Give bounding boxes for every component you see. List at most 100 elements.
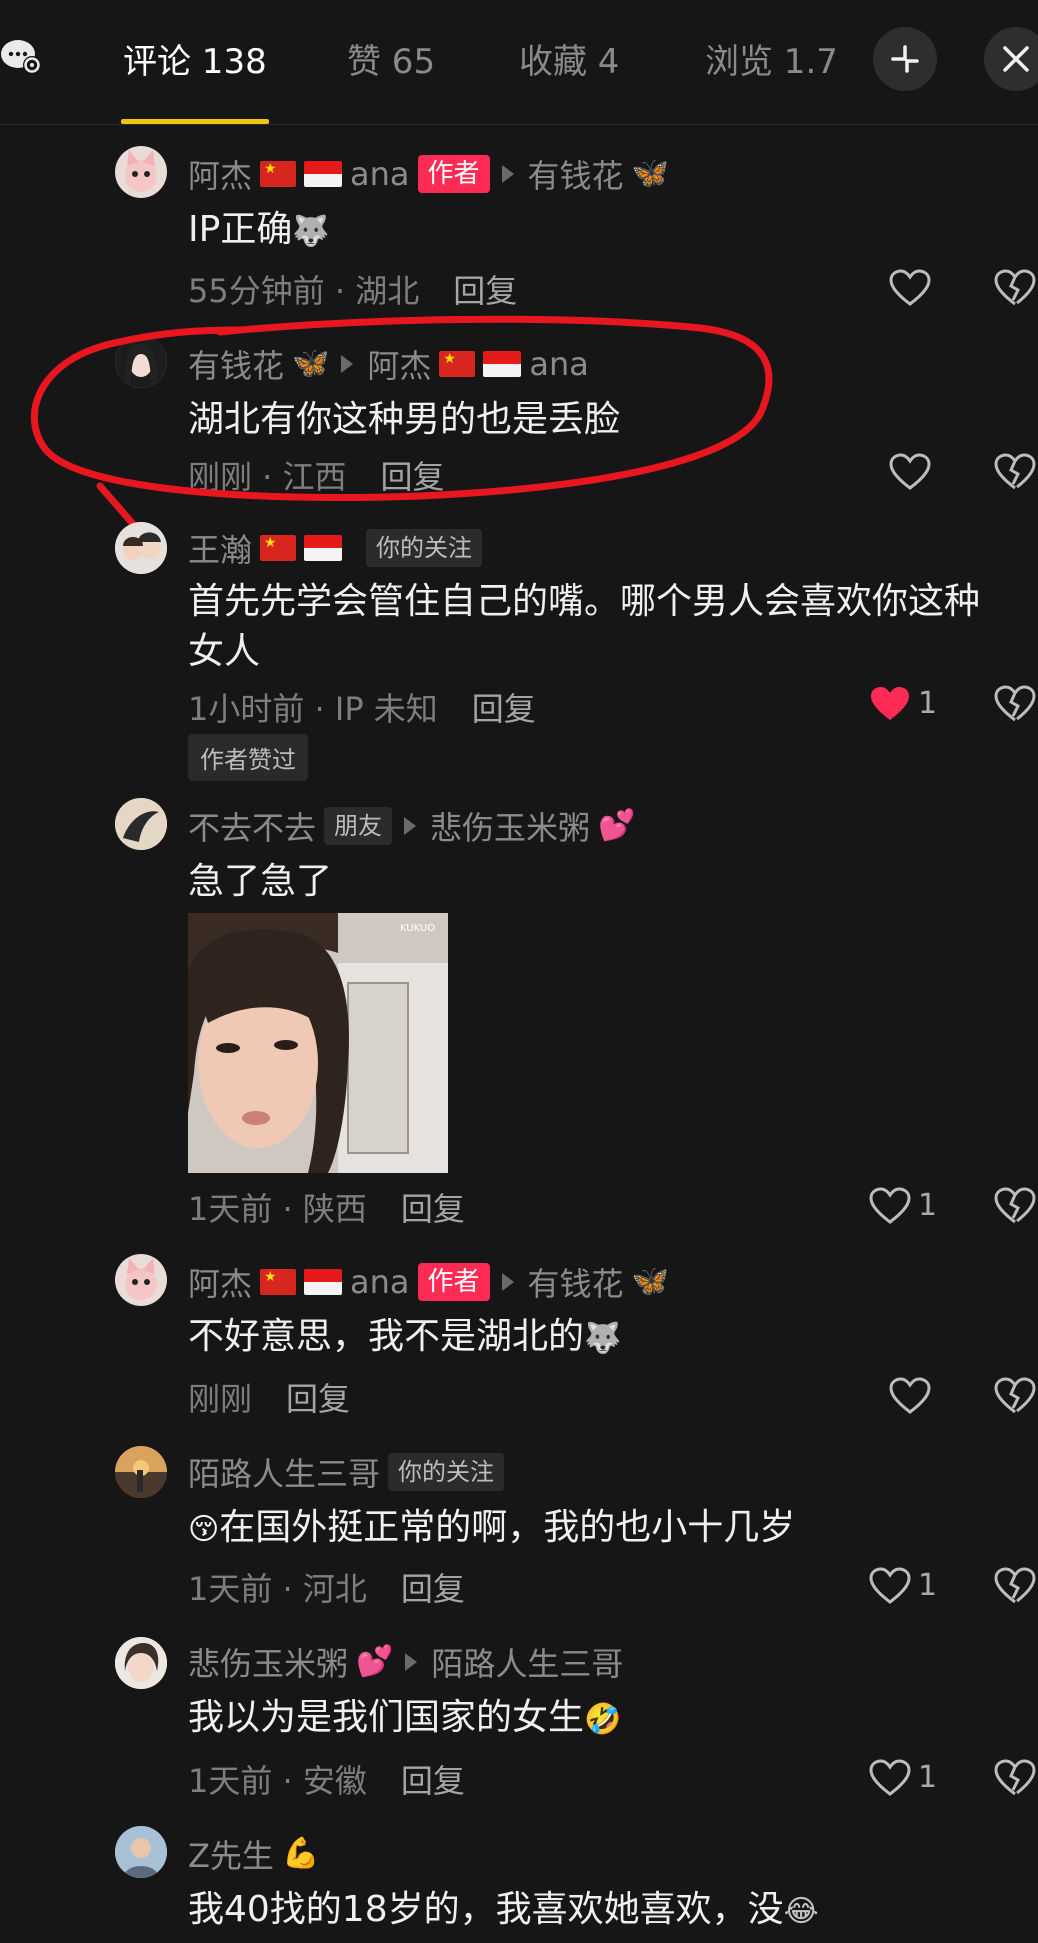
laughing-tears-emoji-icon: 🤣 — [584, 1702, 622, 1737]
broken-heart-icon[interactable] — [993, 684, 1037, 724]
heart-icon[interactable] — [888, 452, 932, 492]
time-location: 刚刚 — [188, 1380, 253, 1418]
comment-meta: 1天前 · 安徽 回复 — [188, 1756, 465, 1802]
close-icon — [1003, 46, 1029, 72]
collapse-icon — [891, 45, 919, 73]
comment-text: 急了急了 — [188, 861, 333, 902]
tab-favorites[interactable]: 收藏 4 — [519, 34, 619, 83]
reply-button[interactable]: 回复 — [286, 1380, 350, 1418]
username[interactable]: 不去不去 — [188, 803, 316, 849]
reply-button[interactable]: 回复 — [401, 1570, 465, 1608]
like-count: 1 — [918, 1188, 938, 1223]
reply-to-username[interactable]: 陌路人生三哥 — [431, 1639, 623, 1685]
username[interactable]: 悲伤玉米粥 — [188, 1639, 348, 1685]
heart-icon[interactable] — [868, 1758, 912, 1798]
comment-settings-icon[interactable] — [0, 36, 44, 76]
comment-meta: 55分钟前 · 湖北 回复 — [188, 266, 517, 312]
broken-heart-icon[interactable] — [993, 1376, 1037, 1416]
reply-to-username[interactable]: 有钱花 — [528, 1259, 624, 1305]
avatar[interactable] — [115, 1254, 167, 1306]
broken-heart-icon[interactable] — [993, 1566, 1037, 1606]
avatar[interactable] — [115, 522, 167, 574]
butterfly-icon: 🦋 — [631, 1264, 669, 1299]
reply-arrow-icon — [501, 165, 514, 183]
comment-header: 悲伤玉米粥 💕 陌路人生三哥 — [188, 1640, 623, 1684]
comment-tab-bar: 评论 138 赞 65 收藏 4 浏览 1.7 — [0, 0, 1038, 125]
author-badge: 作者 — [417, 155, 490, 193]
author-liked-tag: 作者赞过 — [188, 734, 308, 781]
comment-header: 阿杰 ana 作者 有钱花 🦋 — [188, 1260, 669, 1304]
reply-to-username[interactable]: 悲伤玉米粥 — [430, 803, 590, 849]
heart-icon[interactable] — [868, 1186, 912, 1226]
friend-badge: 朋友 — [324, 807, 393, 845]
avatar[interactable] — [115, 1446, 167, 1498]
comment-text: 我以为是我们国家的女生🤣 — [188, 1697, 622, 1738]
time-location: 1天前 · 安徽 — [188, 1762, 367, 1800]
username[interactable]: 阿杰 — [188, 151, 252, 197]
dog-emoji-icon: 🐺 — [292, 214, 330, 249]
two-hearts-icon: 💕 — [598, 808, 636, 843]
reply-to-username[interactable]: 阿杰 — [367, 341, 431, 387]
comment-header: 阿杰 ana 作者 有钱花 🦋 — [188, 152, 669, 196]
broken-heart-icon[interactable] — [993, 268, 1037, 308]
collapse-button[interactable] — [873, 27, 937, 91]
time-location: 1小时前 · IP 未知 — [188, 690, 438, 728]
heart-filled-icon[interactable] — [868, 684, 912, 724]
emoji-icon: 😂 — [783, 1894, 819, 1929]
reply-button[interactable]: 回复 — [401, 1762, 465, 1800]
tab-comments[interactable]: 评论 138 — [123, 34, 267, 83]
heart-icon[interactable] — [888, 268, 932, 308]
reply-button[interactable]: 回复 — [401, 1190, 465, 1228]
reply-button[interactable]: 回复 — [453, 272, 517, 310]
indonesia-flag-icon — [304, 1269, 343, 1295]
comment-text: 不好意思，我不是湖北的🐺 — [188, 1316, 622, 1357]
avatar[interactable] — [115, 798, 167, 850]
following-badge: 你的关注 — [388, 1453, 505, 1491]
reply-to-username[interactable]: 有钱花 — [528, 151, 624, 197]
indonesia-flag-icon — [483, 351, 522, 377]
tab-views[interactable]: 浏览 1.7 — [705, 34, 838, 83]
username[interactable]: 阿杰 — [188, 1259, 252, 1305]
username-suffix: ana — [529, 345, 589, 383]
comment-text-line-1: 首先先学会管住自己的嘴。哪个男人会喜欢你这种 — [188, 581, 981, 622]
avatar[interactable] — [115, 1826, 167, 1878]
avatar[interactable] — [115, 146, 167, 198]
heart-icon[interactable] — [868, 1566, 912, 1606]
comment-header: 陌路人生三哥 你的关注 — [188, 1449, 505, 1495]
butterfly-icon: 🦋 — [292, 346, 330, 381]
avatar[interactable] — [115, 1637, 167, 1689]
following-badge: 你的关注 — [366, 529, 483, 567]
reply-arrow-icon — [501, 1273, 514, 1291]
broken-heart-icon[interactable] — [993, 1758, 1037, 1798]
comment-text: 湖北有你这种男的也是丢脸 — [188, 399, 621, 440]
comment-meta: 1天前 · 河北 回复 — [188, 1564, 465, 1610]
time-location: 1天前 · 陕西 — [188, 1190, 367, 1228]
china-flag-icon — [260, 161, 297, 187]
china-flag-icon — [260, 535, 297, 561]
username[interactable]: 有钱花 — [188, 341, 284, 387]
comment-text: 😚在国外挺正常的啊，我的也小十几岁 — [188, 1507, 796, 1548]
comment-header: Z先生 💪 — [188, 1832, 319, 1876]
comment-meta: 刚刚 回复 — [188, 1374, 350, 1420]
comment-text-line-2: 女人 — [188, 631, 261, 672]
comment-image[interactable]: KUKUO — [188, 913, 448, 1173]
comment-meta: 1天前 · 陕西 回复 — [188, 1184, 465, 1230]
reply-button[interactable]: 回复 — [381, 458, 445, 496]
close-button[interactable] — [984, 27, 1038, 91]
heart-icon[interactable] — [888, 1376, 932, 1416]
tab-likes[interactable]: 赞 65 — [347, 34, 435, 83]
china-flag-icon — [260, 1269, 297, 1295]
like-count: 1 — [918, 1760, 938, 1795]
avatar[interactable] — [115, 336, 167, 388]
broken-heart-icon[interactable] — [993, 452, 1037, 492]
comment-meta: 刚刚 · 江西 回复 — [188, 452, 445, 498]
like-count: 1 — [918, 1568, 938, 1603]
username[interactable]: 王瀚 — [188, 525, 252, 571]
username[interactable]: 陌路人生三哥 — [188, 1449, 380, 1495]
comment-text: 我40找的18岁的，我喜欢她喜欢，没😂 — [188, 1889, 819, 1930]
broken-heart-icon[interactable] — [993, 1186, 1037, 1226]
like-count: 1 — [918, 686, 938, 721]
reply-button[interactable]: 回复 — [472, 690, 536, 728]
username[interactable]: Z先生 — [188, 1831, 274, 1877]
username-suffix: ana — [350, 155, 410, 193]
